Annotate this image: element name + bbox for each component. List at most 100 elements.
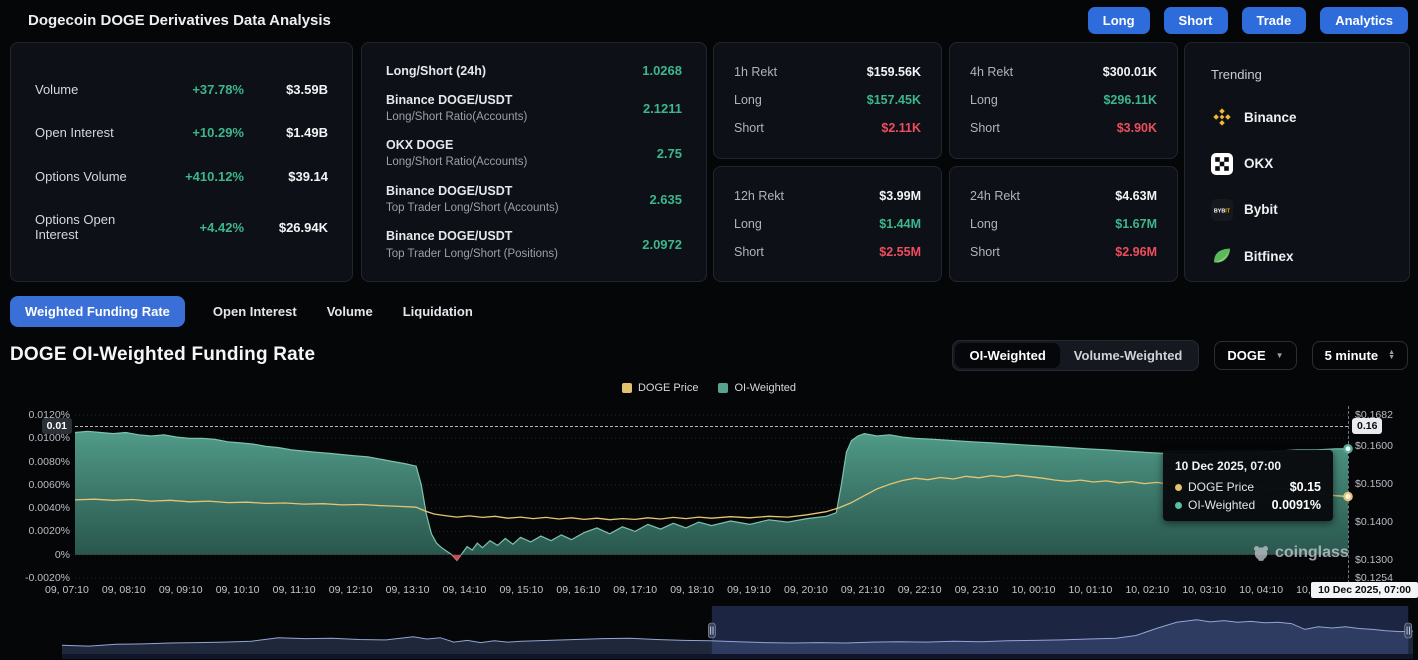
current-value-dashed-line [75, 426, 1348, 427]
x-axis-marker-badge: 10 Dec 2025, 07:00 [1311, 582, 1418, 598]
interval-select[interactable]: 5 minute ▲▼ [1312, 341, 1408, 370]
trending-title: Trending [1211, 67, 1383, 82]
legend-label: DOGE Price [638, 382, 699, 394]
stat-change: +4.42% [152, 220, 244, 235]
rekt-card-24h: 24h Rekt$4.63M Long$1.67M Short$2.96M [949, 166, 1178, 283]
ratio-row: Binance DOGE/USDTLong/Short Ratio(Accoun… [386, 91, 682, 126]
symbol-select[interactable]: DOGE ▼ [1214, 341, 1296, 370]
rekt-card-12h: 12h Rekt$3.99M Long$1.44M Short$2.55M [713, 166, 942, 283]
rekt-long-value: $1.44M [879, 217, 921, 231]
rekt-long-value: $1.67M [1115, 217, 1157, 231]
stat-label: Options Volume [35, 169, 152, 184]
stat-row-options-volume: Options Volume +410.12% $39.14 [35, 169, 328, 184]
rekt-long-value: $157.45K [867, 93, 921, 107]
ratio-row: Binance DOGE/USDTTop Trader Long/Short (… [386, 182, 682, 217]
chart-header: DOGE OI-Weighted Funding Rate OI-Weighte… [0, 338, 1418, 372]
ratio-value: 2.635 [649, 192, 682, 207]
chart-legend: DOGE Price OI-Weighted [0, 382, 1418, 394]
ratio-subtitle: Top Trader Long/Short (Accounts) [386, 200, 649, 217]
right-axis-tick: $0.1600 [1355, 440, 1393, 452]
left-axis-tick: 0.0020% [4, 525, 70, 537]
tab-volume[interactable]: Volume [325, 296, 375, 327]
trending-item-bybit[interactable]: BYBIT Bybit [1211, 199, 1383, 221]
left-axis-tick: 0.0080% [4, 456, 70, 468]
stat-change: +410.12% [152, 169, 244, 184]
long-button[interactable]: Long [1088, 7, 1150, 34]
binance-logo-icon [1211, 106, 1233, 128]
ratio-row: Long/Short (24h) 1.0268 [386, 62, 682, 80]
legend-doge-price[interactable]: DOGE Price [622, 382, 699, 394]
ratio-value: 1.0268 [642, 63, 682, 78]
interval-select-value: 5 minute [1325, 348, 1378, 363]
left-axis-marker-badge: 0.01 [42, 418, 72, 434]
left-axis-tick: -0.0020% [4, 572, 70, 584]
stat-row-options-open-interest: Options Open Interest +4.42% $26.94K [35, 212, 328, 242]
tab-open-interest[interactable]: Open Interest [211, 296, 299, 327]
trending-panel: Trending Binance OKX BYBIT Bybit Bitfine… [1184, 42, 1410, 282]
liquidation-rekt-grid: 1h Rekt$159.56K Long$157.45K Short$2.11K… [713, 42, 1178, 282]
stat-label: Volume [35, 82, 152, 97]
oi-weighted-option[interactable]: OI-Weighted [955, 343, 1059, 368]
trending-item-okx[interactable]: OKX [1211, 153, 1383, 175]
stat-label: Open Interest [35, 125, 152, 140]
rekt-total: $159.56K [867, 65, 921, 79]
funding-rate-chart[interactable]: 0.0120% 0.0100% 0.0080% 0.0060% 0.0040% … [0, 398, 1418, 604]
rekt-long-label: Long [734, 217, 879, 231]
rekt-period: 4h Rekt [970, 65, 1103, 79]
symbol-select-value: DOGE [1227, 348, 1265, 363]
updown-stepper-icon: ▲▼ [1388, 350, 1395, 360]
chart-title: DOGE OI-Weighted Funding Rate [10, 344, 315, 366]
oi-weighted-swatch-icon [718, 383, 728, 393]
legend-oi-weighted[interactable]: OI-Weighted [718, 382, 796, 394]
rekt-total: $300.01K [1103, 65, 1157, 79]
short-button[interactable]: Short [1164, 7, 1228, 34]
ratio-value: 2.1211 [643, 101, 682, 116]
ratio-row: OKX DOGELong/Short Ratio(Accounts) 2.75 [386, 136, 682, 171]
legend-label: OI-Weighted [734, 382, 796, 394]
x-axis-labels: 09, 07:1009, 08:1009, 09:1009, 10:1009, … [45, 584, 1368, 596]
ratio-value: 2.75 [657, 146, 682, 161]
trending-exchange-name: Bybit [1244, 202, 1278, 217]
volume-weighted-option[interactable]: Volume-Weighted [1060, 343, 1197, 368]
doge-price-swatch-icon [622, 383, 632, 393]
analytics-button[interactable]: Analytics [1320, 7, 1408, 34]
right-axis-marker-badge: 0.16 [1352, 418, 1382, 434]
rekt-short-label: Short [734, 245, 879, 259]
trending-item-binance[interactable]: Binance [1211, 106, 1383, 128]
ratio-subtitle: Long/Short Ratio(Accounts) [386, 154, 657, 171]
left-axis-tick: 0% [4, 549, 70, 561]
ratio-value: 2.0972 [642, 237, 682, 252]
crosshair-vertical-line [1348, 406, 1349, 598]
stat-value: $3.59B [244, 82, 328, 97]
right-axis-tick: $0.1400 [1355, 516, 1393, 528]
rekt-short-value: $3.90K [1117, 121, 1157, 135]
ratio-title: Binance DOGE/USDT [386, 182, 649, 200]
rekt-short-value: $2.96M [1115, 245, 1157, 259]
top-bar: Dogecoin DOGE Derivatives Data Analysis … [0, 0, 1418, 40]
coinglass-derivatives-dashboard: Dogecoin DOGE Derivatives Data Analysis … [0, 0, 1418, 660]
navigator-plot[interactable] [0, 604, 1418, 660]
rekt-period: 12h Rekt [734, 189, 879, 203]
trending-exchange-name: Bitfinex [1244, 249, 1294, 264]
tab-weighted-funding-rate[interactable]: Weighted Funding Rate [10, 296, 185, 327]
rekt-short-value: $2.11K [881, 121, 921, 135]
stat-row-open-interest: Open Interest +10.29% $1.49B [35, 125, 328, 140]
tab-liquidation[interactable]: Liquidation [401, 296, 475, 327]
chart-range-navigator[interactable] [0, 604, 1418, 660]
left-axis-tick: 0.0060% [4, 479, 70, 491]
trending-item-bitfinex[interactable]: Bitfinex [1211, 245, 1383, 267]
ratio-title: Long/Short (24h) [386, 62, 642, 80]
right-axis-tick: $0.1300 [1355, 554, 1393, 566]
rekt-short-label: Short [970, 121, 1117, 135]
rekt-total: $3.99M [879, 189, 921, 203]
trending-exchange-name: Binance [1244, 110, 1297, 125]
page-title: Dogecoin DOGE Derivatives Data Analysis [28, 12, 331, 29]
doge-price-dot-icon [1175, 484, 1182, 491]
trade-button[interactable]: Trade [1242, 7, 1307, 34]
trending-exchange-name: OKX [1244, 156, 1273, 171]
top-bar-buttons: Long Short Trade Analytics [1088, 7, 1408, 34]
ratio-title: OKX DOGE [386, 136, 657, 154]
chart-tabs: Weighted Funding Rate Open Interest Volu… [10, 296, 475, 327]
market-stats-panel: Volume +37.78% $3.59B Open Interest +10.… [10, 42, 353, 282]
ratio-row: Binance DOGE/USDTTop Trader Long/Short (… [386, 227, 682, 262]
